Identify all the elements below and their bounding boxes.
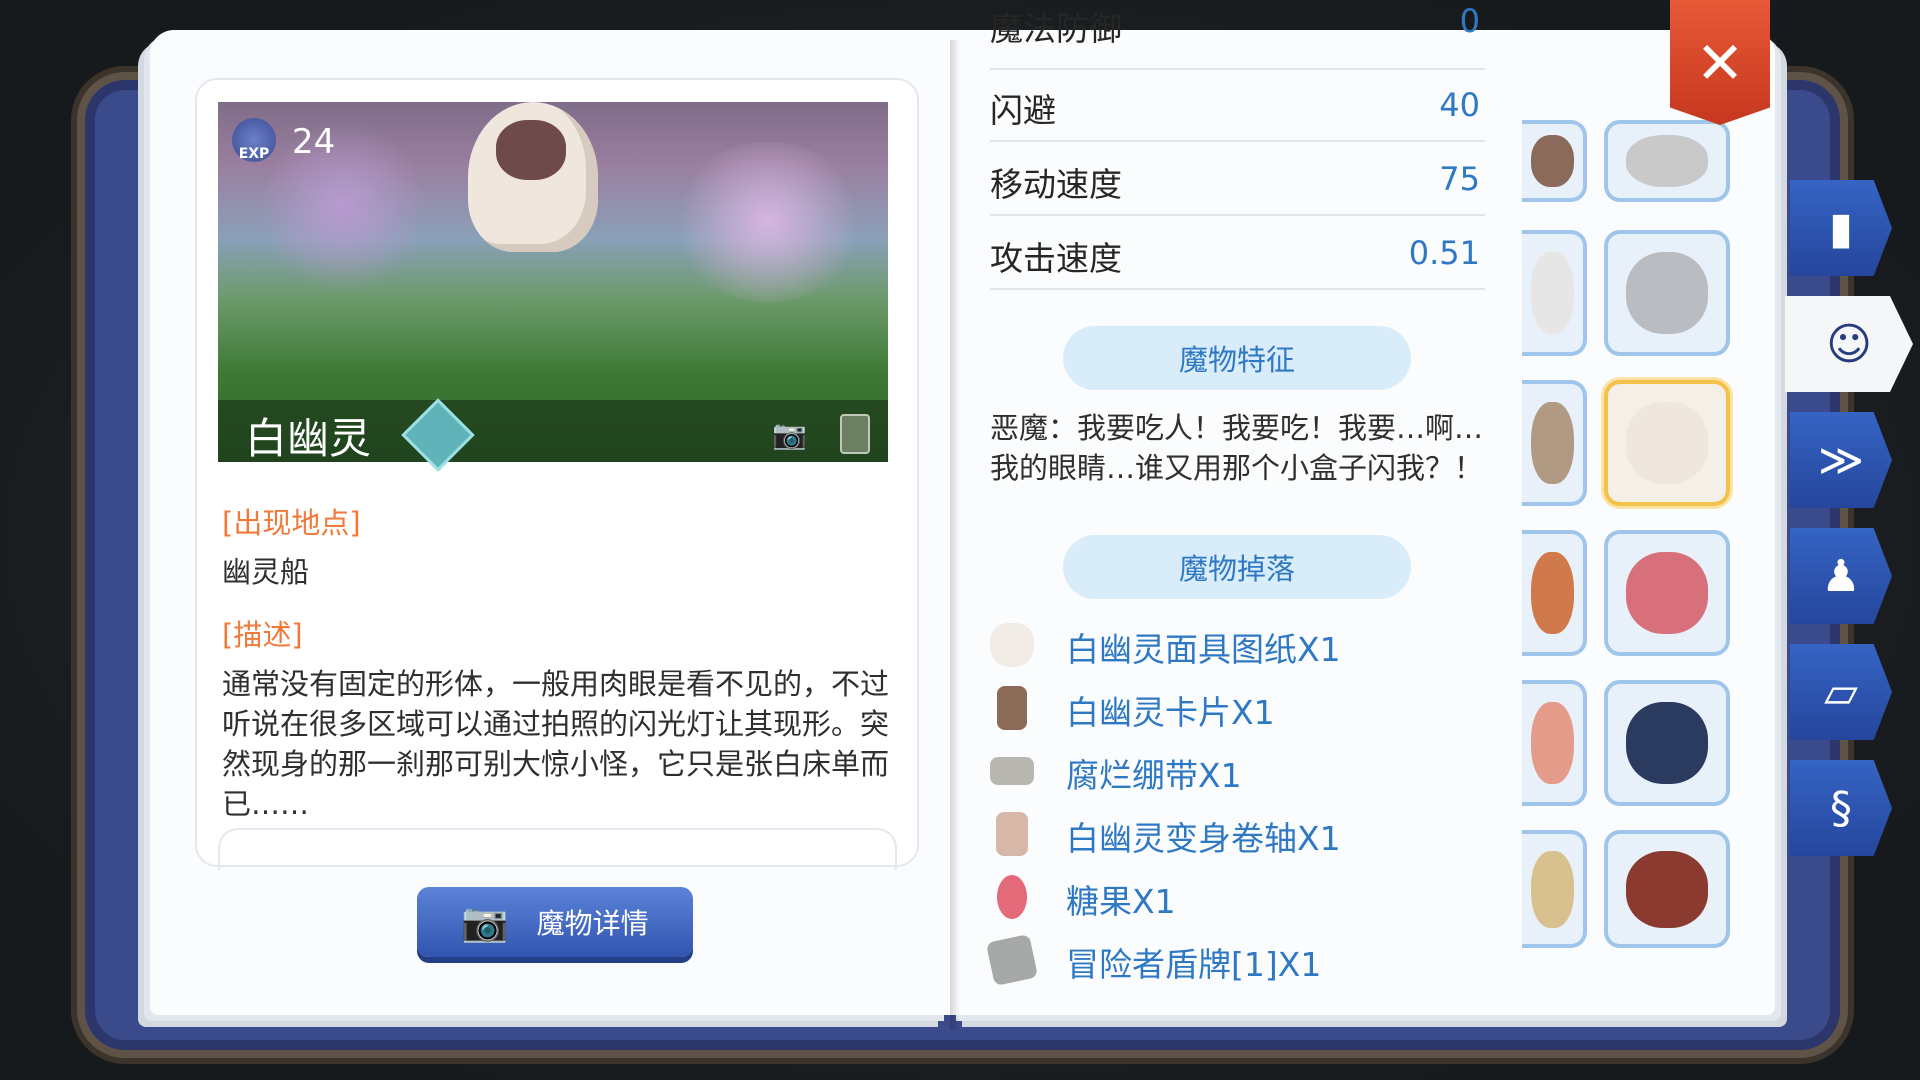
monster-thumb[interactable] (1604, 530, 1730, 656)
camera-icon: 📷 (461, 899, 509, 944)
stat-label: 魔法防御 (990, 9, 1122, 48)
description-header: [描述] (222, 618, 303, 652)
monster-thumb[interactable] (1604, 120, 1730, 202)
stat-row: 闪避 40 (990, 68, 1485, 142)
card-icon (997, 686, 1027, 730)
monster-thumb[interactable] (1604, 830, 1730, 948)
drop-label: 糖果X1 (1066, 882, 1176, 921)
location-text: 幽灵船 (222, 555, 310, 589)
tab-monster[interactable]: ☺ (1785, 296, 1913, 392)
stat-value: 0.51 (1408, 234, 1480, 272)
monster-thumb-art (1531, 701, 1574, 785)
scene-light (258, 122, 428, 292)
monster-detail-button[interactable]: 📷 魔物详情 (417, 887, 693, 957)
monster-thumb[interactable] (1522, 120, 1587, 202)
drop-item[interactable]: 冒险者盾牌[1]X1 (985, 930, 1490, 987)
monster-thumb-art (1625, 401, 1709, 485)
monster-thumb[interactable] (1604, 680, 1730, 806)
book-spine (950, 40, 960, 1030)
tab-wing[interactable]: ≫ (1790, 412, 1892, 508)
stat-label: 闪避 (990, 91, 1056, 130)
monster-thumb-art (1625, 251, 1709, 335)
drop-item[interactable]: 白幽灵面具图纸X1 (990, 615, 1490, 671)
wing-icon: ≫ (1817, 434, 1865, 486)
monster-thumb-art (1531, 551, 1574, 635)
monster-thumb-art (1625, 701, 1709, 785)
tab-map[interactable]: ▱ (1790, 644, 1892, 740)
scroll-icon (996, 812, 1028, 856)
monster-thumb[interactable] (1522, 830, 1587, 948)
monster-name: 白幽灵 (245, 414, 372, 463)
tab-npc[interactable]: ♟ (1790, 528, 1892, 624)
monster-thumb-selected[interactable] (1604, 380, 1730, 506)
monster-thumb-art (1625, 850, 1709, 928)
monster-mouth (496, 120, 566, 180)
monster-thumb-art (1625, 551, 1709, 635)
monster-face-icon: ☺ (1826, 318, 1872, 370)
drop-item[interactable]: 糖果X1 (990, 867, 1490, 923)
scene-light (668, 142, 868, 302)
monster-thumb-art (1531, 850, 1574, 928)
npc-icon: ♟ (1821, 550, 1861, 602)
candy-icon (997, 875, 1027, 919)
ghost-mask-icon (990, 623, 1034, 667)
description-text: 通常没有固定的形体，一般用肉眼是看不见的，不过听说在很多区域可以通过拍照的闪光灯… (222, 667, 890, 821)
monster-thumb[interactable] (1522, 380, 1587, 506)
traits-header: 魔物特征 (1063, 326, 1411, 390)
drop-label: 白幽灵面具图纸X1 (1066, 630, 1341, 669)
stat-value: 75 (1439, 160, 1480, 198)
monster-thumb-art (1625, 135, 1709, 187)
extra-panel (218, 828, 897, 870)
card-tab-icon: § (1830, 782, 1852, 834)
tab-book[interactable]: ▮ (1790, 180, 1892, 276)
close-icon: ✕ (1695, 28, 1745, 97)
monster-thumb-art (1531, 401, 1574, 485)
drop-label: 腐烂绷带X1 (1066, 756, 1242, 795)
shield-icon (985, 933, 1039, 987)
monster-thumb-art (1531, 251, 1574, 335)
location-header: [出现地点] (222, 506, 361, 540)
book-icon: ▮ (1828, 202, 1854, 254)
drop-label: 冒险者盾牌[1]X1 (1066, 945, 1322, 984)
monster-thumb[interactable] (1522, 530, 1587, 656)
stat-label: 攻击速度 (990, 239, 1122, 278)
bandage-icon (990, 757, 1034, 785)
drop-item[interactable]: 腐烂绷带X1 (990, 741, 1490, 797)
traits-text: 恶魔：我要吃人！我要吃！我要…啊…我的眼睛…谁又用那个小盒子闪我？！ (990, 411, 1484, 485)
stat-row: 魔法防御 0 (990, 0, 1485, 70)
drops-header: 魔物掉落 (1063, 535, 1411, 599)
monster-thumb[interactable] (1522, 680, 1587, 806)
map-icon: ▱ (1824, 666, 1858, 718)
exp-value: 24 (292, 122, 336, 162)
stat-label: 移动速度 (990, 165, 1122, 204)
drop-label: 白幽灵变身卷轴X1 (1066, 819, 1341, 858)
monster-detail-label: 魔物详情 (536, 907, 649, 940)
exp-icon: EXP (232, 118, 276, 162)
drop-label: 白幽灵卡片X1 (1066, 693, 1275, 732)
close-button[interactable]: ✕ (1670, 0, 1770, 125)
monster-thumb[interactable] (1522, 230, 1587, 356)
tab-card[interactable]: § (1790, 760, 1892, 856)
stat-row: 移动速度 75 (990, 142, 1485, 216)
camera-icon[interactable]: 📷 (772, 418, 812, 451)
monster-thumb-art (1531, 135, 1574, 187)
stat-value: 40 (1439, 86, 1480, 124)
stat-value: 0 (1459, 2, 1480, 40)
monster-thumb[interactable] (1604, 230, 1730, 356)
stat-row: 攻击速度 0.51 (990, 216, 1485, 290)
exp-label: EXP (238, 146, 270, 162)
monster-card-icon[interactable] (840, 414, 870, 454)
drop-item[interactable]: 白幽灵卡片X1 (990, 678, 1490, 734)
drop-item[interactable]: 白幽灵变身卷轴X1 (990, 804, 1490, 860)
